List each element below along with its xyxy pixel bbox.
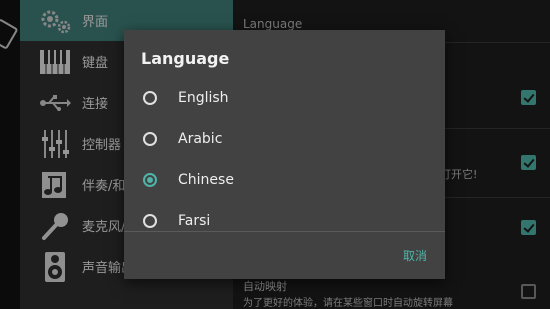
radio-button[interactable] — [143, 132, 157, 146]
dialog-title: Language — [141, 49, 230, 68]
language-option-arabic[interactable]: Arabic — [124, 120, 445, 158]
radio-button[interactable] — [143, 91, 157, 105]
option-label: Farsi — [178, 213, 211, 229]
option-label: Arabic — [178, 131, 223, 147]
option-label: Chinese — [178, 172, 234, 188]
language-dialog: Language English Arabic Chinese Farsi 取消 — [124, 30, 445, 279]
cancel-button[interactable]: 取消 — [403, 247, 427, 264]
dialog-divider — [124, 231, 445, 232]
language-option-chinese[interactable]: Chinese — [124, 161, 445, 199]
option-label: English — [178, 90, 229, 106]
language-option-english[interactable]: English — [124, 79, 445, 117]
radio-button[interactable] — [143, 214, 157, 228]
radio-button-selected[interactable] — [143, 173, 157, 187]
language-option-farsi[interactable]: Farsi — [124, 202, 445, 240]
